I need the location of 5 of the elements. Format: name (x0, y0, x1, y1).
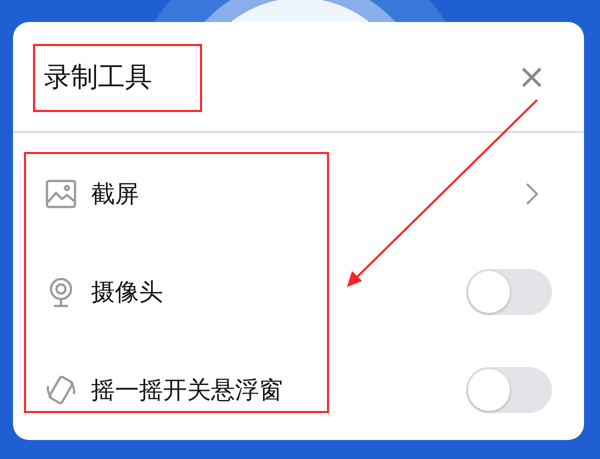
setting-label: 摄像头 (91, 277, 164, 308)
close-button[interactable]: × (518, 60, 546, 94)
setting-label: 摇一摇开关悬浮窗 (91, 375, 284, 406)
dialog-title: 录制工具 (44, 60, 152, 94)
setting-label: 截屏 (91, 179, 140, 210)
